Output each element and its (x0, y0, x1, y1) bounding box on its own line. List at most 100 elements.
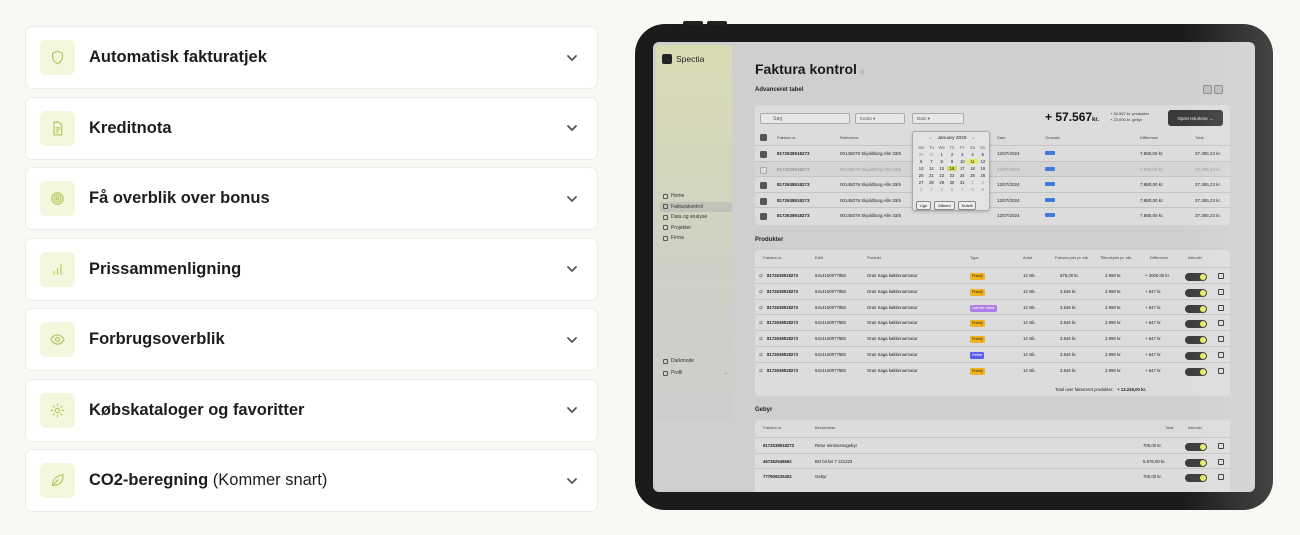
include-toggle[interactable] (1185, 458, 1207, 467)
include-toggle[interactable] (1185, 288, 1207, 297)
include-toggle[interactable] (1185, 367, 1207, 376)
nav-item-projekter[interactable]: Projekter (660, 223, 732, 234)
calendar-day[interactable]: 14 (926, 166, 936, 171)
calendar-day[interactable]: 15 (937, 166, 947, 171)
table-row[interactable]: 8172638918273 00145079 Skjoldborg Alle 33… (755, 145, 1230, 160)
row-checkbox[interactable] (760, 151, 767, 158)
accordion-item-automatisk-fakturatjek[interactable]: Automatisk fakturatjek (25, 26, 598, 89)
next-month-icon[interactable]: → (971, 136, 976, 141)
chevron-down-icon[interactable] (565, 403, 579, 417)
calendar-day[interactable]: 28 (926, 180, 936, 185)
calendar-day[interactable]: 23 (947, 173, 957, 178)
darkmode-toggle[interactable]: Darkmode (663, 355, 729, 367)
lock-icon[interactable] (1218, 288, 1224, 295)
include-toggle[interactable] (1185, 336, 1207, 345)
info-icon[interactable]: ⊙ (759, 320, 763, 326)
calendar-day[interactable]: 17 (957, 166, 967, 171)
info-icon[interactable]: ⊙ (759, 289, 763, 295)
accordion-item-prissammenligning[interactable]: Prissammenligning (25, 237, 598, 301)
list-view-icon[interactable] (1203, 85, 1212, 94)
lock-icon[interactable] (1218, 273, 1224, 279)
calendar-day[interactable]: 22 (937, 173, 947, 178)
table-row[interactable]: ⊙ 8172638918273 6414150077982 Oras Saga køk… (755, 298, 1230, 315)
calendar-day[interactable]: 8 (937, 159, 947, 164)
calendar-day[interactable]: 7 (926, 159, 936, 164)
include-toggle[interactable] (1185, 474, 1207, 482)
table-row[interactable]: 777909235402 Gebyr 700,00 kr. (755, 468, 1230, 484)
calendar-day[interactable]: 29 (937, 180, 947, 185)
profile-link[interactable]: Profil ← (663, 367, 729, 379)
prev-month-icon[interactable]: ← (929, 136, 934, 141)
calendar-day[interactable]: 20 (916, 173, 926, 178)
calendar-day[interactable]: 30 (947, 180, 957, 185)
accordion-item-co2-beregning[interactable]: CO2-beregning (Kommer snart) (25, 449, 598, 512)
calendar-day[interactable]: 31 (957, 180, 967, 185)
calendar-day[interactable]: 4 (967, 152, 977, 157)
calendar-day[interactable]: 5 (937, 187, 947, 192)
calendar-day[interactable]: 10 (957, 159, 967, 164)
info-icon[interactable]: ⊙ (759, 336, 763, 342)
table-row[interactable]: ⊙ 8172638918273 6414150077982 Oras Saga køk… (755, 314, 1230, 330)
lock-icon[interactable] (1218, 367, 1224, 374)
include-toggle[interactable] (1185, 443, 1207, 451)
lock-icon[interactable] (1218, 304, 1224, 311)
calendar-day[interactable]: 30 (916, 152, 926, 157)
chevron-down-icon[interactable] (565, 192, 579, 206)
row-checkbox[interactable] (760, 197, 767, 205)
nav-item-data-og-analyse[interactable]: Data og analyse (660, 212, 732, 223)
calendar-day[interactable]: 12 (978, 159, 988, 164)
calendar-day[interactable]: 6 (947, 187, 957, 192)
chevron-down-icon[interactable] (565, 51, 579, 65)
table-row[interactable]: 8172638918273 00145079 Skjoldborg Alle 33… (755, 160, 1230, 176)
table-row[interactable]: 8172638918273 00145079 Skjoldborg Alle 33… (755, 191, 1230, 207)
nav-item-home[interactable]: Home (660, 191, 732, 202)
date-filter[interactable]: Dato ▾ (912, 113, 964, 124)
lock-icon[interactable] (1218, 336, 1224, 343)
grid-view-icon[interactable] (1214, 85, 1223, 94)
table-row[interactable]: 8172638918273 00145079 Skjoldborg Alle 33… (755, 176, 1230, 191)
calendar-day[interactable]: 26 (978, 173, 988, 178)
account-filter[interactable]: Konto ▾ (855, 113, 905, 124)
calendar-day[interactable]: 21 (926, 173, 936, 178)
calendar-day[interactable]: 13 (916, 166, 926, 171)
calendar-day[interactable]: 27 (916, 180, 926, 185)
calendar-day[interactable]: 2 (978, 180, 988, 185)
nav-item-fakturakontrol[interactable]: Fakturakontrol (660, 201, 732, 212)
row-checkbox[interactable] (760, 182, 767, 189)
calendar-day[interactable]: 31 (926, 152, 936, 157)
calendar-day[interactable]: 19 (978, 166, 988, 171)
calendar-måned-button[interactable]: Måned (934, 201, 955, 210)
app-logo[interactable]: Spectia (662, 54, 704, 64)
calendar-day[interactable]: 18 (967, 166, 977, 171)
accordion-item-købskataloger-og-favoritter[interactable]: Købskataloger og favoritter (25, 378, 598, 442)
chevron-down-icon[interactable] (565, 262, 579, 276)
accordion-item-få-overblik-over-bonus[interactable]: Få overblik over bonus (25, 167, 598, 230)
table-row[interactable]: ⊙ 8172638918273 6414150077982 Oras Saga køk… (755, 346, 1230, 362)
select-all-checkbox[interactable] (760, 134, 767, 141)
include-toggle[interactable] (1185, 273, 1207, 281)
calendar-day[interactable]: 3 (957, 152, 967, 157)
calendar-day[interactable]: 9 (947, 159, 957, 164)
calendar-nulstil-button[interactable]: Nulstil (957, 201, 977, 210)
chevron-down-icon[interactable] (565, 121, 579, 135)
calendar-day[interactable]: 6 (916, 159, 926, 164)
info-icon[interactable]: ⊙ (759, 273, 763, 279)
info-icon[interactable]: ○ (860, 69, 864, 76)
calendar-day[interactable]: 9 (978, 187, 988, 192)
table-row[interactable]: 467362546662 BO bil før 7 131223 5.876,00 … (755, 452, 1230, 469)
nav-item-firma[interactable]: Firma (660, 233, 732, 244)
calendar-day[interactable]: 24 (957, 173, 967, 178)
lock-icon[interactable] (1218, 352, 1224, 358)
table-row[interactable]: 8172638918273 00145079 Skjoldborg Alle 33… (755, 207, 1230, 222)
include-toggle[interactable] (1185, 304, 1207, 313)
calendar-day[interactable]: 4 (926, 187, 936, 192)
accordion-item-forbrugsoverblik[interactable]: Forbrugsoverblik (25, 308, 598, 371)
calendar-day[interactable]: 1 (967, 180, 977, 185)
calendar-day[interactable]: 5 (978, 152, 988, 157)
search-input[interactable]: Søg (760, 113, 850, 124)
info-icon[interactable]: ⊙ (759, 305, 763, 311)
info-icon[interactable]: ⊙ (759, 352, 763, 358)
info-icon[interactable]: ⊙ (759, 368, 763, 374)
accordion-item-kreditnota[interactable]: Kreditnota (25, 96, 598, 160)
table-row[interactable]: ⊙ 8172638918273 6414150077982 Oras Saga køk… (755, 267, 1230, 283)
